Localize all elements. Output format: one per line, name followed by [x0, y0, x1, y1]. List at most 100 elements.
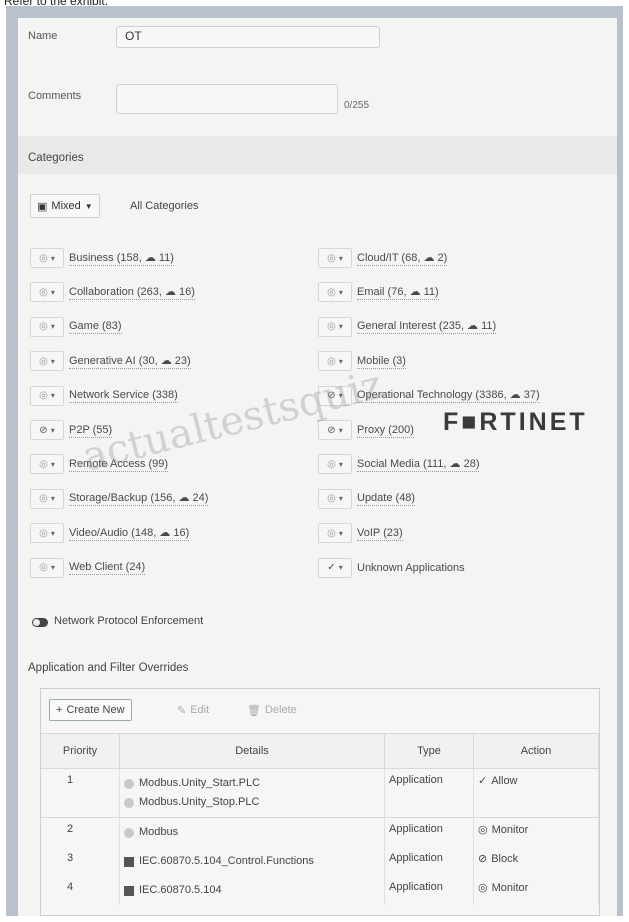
application-control-panel: Name OT Comments 0/255 Categories ▣ Mixe…: [18, 18, 617, 916]
create-new-button[interactable]: + Create New: [49, 699, 132, 721]
category-action-dropdown[interactable]: ◎ ▾: [30, 248, 64, 268]
category-action-dropdown[interactable]: ⊘ ▾: [30, 420, 64, 440]
delete-button[interactable]: 🗑 Delete: [241, 699, 303, 721]
type-cell: Application: [384, 876, 474, 905]
detail-entry: Modbus: [124, 823, 380, 842]
mixed-button-label: Mixed: [51, 200, 81, 212]
category-action-dropdown[interactable]: ◎ ▾: [30, 351, 64, 372]
column-header-action[interactable]: Action: [473, 733, 599, 769]
table-row[interactable]: 3 IEC.60870.5.104_Control.Functions Applic…: [41, 847, 599, 876]
edit-button[interactable]: ✎ Edit: [171, 699, 215, 721]
category-item: ◎ ▾ Cloud/IT (68, ☁ 2): [318, 247, 448, 269]
category-action-dropdown[interactable]: ◎ ▾: [30, 557, 64, 578]
category-action-dropdown[interactable]: ◎ ▾: [30, 282, 64, 303]
category-action-dropdown[interactable]: ◎ ▾: [318, 351, 352, 372]
category-item: ◎ ▾ Web Client (24): [30, 557, 146, 579]
category-label[interactable]: Game (83): [69, 319, 122, 335]
chevron-down-icon: ▾: [338, 356, 343, 366]
name-label: Name: [28, 30, 58, 42]
table-row[interactable]: 4 IEC.60870.5.104 Application ◎ Monitor: [41, 876, 599, 905]
category-label[interactable]: Web Client (24): [69, 560, 146, 576]
detail-text: IEC.60870.5.104: [139, 884, 222, 896]
category-action-dropdown[interactable]: ◎ ▾: [318, 248, 352, 268]
monitor-icon: ◎: [39, 390, 48, 402]
category-label[interactable]: Mobile (3): [357, 354, 406, 369]
chevron-down-icon: ▾: [338, 563, 343, 573]
monitor-icon: ◎: [327, 355, 336, 367]
priority-cell: 3: [41, 847, 120, 876]
action-label: Block: [491, 853, 519, 865]
category-action-dropdown[interactable]: ◎ ▾: [318, 488, 352, 509]
category-action-dropdown[interactable]: ◎ ▾: [30, 385, 64, 406]
priority-cell: 1: [41, 768, 120, 818]
category-action-dropdown[interactable]: ◎ ▾: [30, 488, 64, 509]
block-icon: ⊘: [327, 390, 336, 402]
application-icon: [124, 885, 134, 896]
network-protocol-enforcement-toggle[interactable]: [32, 618, 48, 627]
action-cell: ✓ Allow: [473, 768, 599, 818]
action-icon: ◎: [478, 824, 488, 836]
mixed-action-dropdown[interactable]: ▣ Mixed ▼: [30, 194, 100, 218]
chevron-down-icon: ▾: [338, 494, 343, 504]
category-label[interactable]: Email (76, ☁ 11): [357, 285, 439, 300]
trash-icon: 🗑: [247, 704, 261, 717]
category-label[interactable]: General Interest (235, ☁ 11): [357, 319, 497, 335]
type-cell: Application: [384, 817, 474, 847]
category-action-dropdown[interactable]: ◎ ▾: [30, 316, 64, 337]
category-action-dropdown[interactable]: ◎ ▾: [318, 316, 352, 337]
category-action-dropdown[interactable]: ⊘ ▾: [318, 420, 352, 440]
category-action-dropdown[interactable]: ⊘ ▾: [318, 385, 352, 406]
category-label[interactable]: Update (48): [357, 491, 416, 507]
chevron-down-icon: ▾: [50, 253, 55, 263]
action-cell: ⊘ Block: [473, 847, 599, 876]
category-item: ✓ ▾ Unknown Applications: [318, 557, 465, 579]
category-item: ◎ ▾ Generative AI (30, ☁ 23): [30, 350, 191, 372]
category-label[interactable]: Unknown Applications: [357, 561, 465, 575]
name-value: OT: [125, 29, 142, 43]
comments-textarea[interactable]: [116, 84, 338, 114]
details-cell: Modbus: [119, 817, 385, 847]
column-header-details[interactable]: Details: [119, 733, 385, 769]
category-label[interactable]: Cloud/IT (68, ☁ 2): [357, 251, 448, 266]
application-icon: [124, 856, 134, 867]
category-label[interactable]: Generative AI (30, ☁ 23): [69, 354, 191, 369]
category-action-dropdown[interactable]: ◎ ▾: [318, 523, 352, 544]
category-action-dropdown[interactable]: ✓ ▾: [318, 557, 352, 578]
category-label[interactable]: Storage/Backup (156, ☁ 24): [69, 491, 209, 507]
chevron-down-icon: ▾: [50, 459, 55, 469]
chevron-down-icon: ▾: [338, 528, 343, 538]
category-label[interactable]: Network Service (338): [69, 388, 178, 404]
category-action-dropdown[interactable]: ◎ ▾: [318, 454, 352, 475]
category-item: ◎ ▾ General Interest (235, ☁ 11): [318, 316, 497, 338]
category-label[interactable]: VoIP (23): [357, 526, 403, 541]
category-label[interactable]: Video/Audio (148, ☁ 16): [69, 526, 190, 541]
category-label[interactable]: Collaboration (263, ☁ 16): [69, 285, 195, 300]
chevron-down-icon: ▾: [338, 322, 343, 332]
name-input[interactable]: OT: [116, 26, 380, 48]
category-label[interactable]: P2P (55): [69, 423, 113, 438]
category-label[interactable]: Remote Access (99): [69, 457, 169, 472]
category-action-dropdown[interactable]: ◎ ▾: [30, 454, 64, 475]
column-header-priority[interactable]: Priority: [41, 733, 120, 769]
table-row[interactable]: 2 Modbus Application ◎ Monitor: [41, 817, 599, 847]
monitor-icon: ◎: [39, 252, 48, 264]
overrides-table-container: + Create New ✎ Edit 🗑 Delete Priority De…: [40, 688, 600, 916]
category-item: ◎ ▾ Video/Audio (148, ☁ 16): [30, 522, 190, 544]
category-action-dropdown[interactable]: ◎ ▾: [30, 523, 64, 544]
chevron-down-icon: ▾: [338, 287, 343, 297]
category-action-dropdown[interactable]: ◎ ▾: [318, 282, 352, 303]
category-label[interactable]: Business (158, ☁ 11): [69, 251, 174, 266]
database-icon: ▣: [37, 200, 48, 213]
column-header-type[interactable]: Type: [384, 733, 474, 769]
category-label[interactable]: Operational Technology (3386, ☁ 37): [357, 388, 540, 404]
category-item: ⊘ ▾ Operational Technology (3386, ☁ 37): [318, 385, 540, 407]
chevron-down-icon: ▾: [338, 459, 343, 469]
action-icon: ✓: [478, 775, 488, 787]
chevron-down-icon: ▾: [338, 425, 343, 435]
monitor-icon: ◎: [39, 321, 48, 333]
monitor-icon: ◎: [39, 527, 48, 539]
category-label[interactable]: Proxy (200): [357, 423, 414, 438]
details-cell: IEC.60870.5.104: [119, 876, 385, 905]
table-row[interactable]: 1 Modbus.Unity_Start.PLC Modbus.Unity_Stop…: [41, 768, 599, 818]
category-label[interactable]: Social Media (111, ☁ 28): [357, 457, 480, 472]
